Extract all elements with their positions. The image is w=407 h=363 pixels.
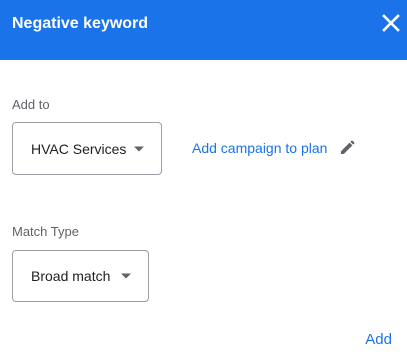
add-to-label: Add to: [12, 97, 50, 112]
dialog-title: Negative keyword: [12, 15, 149, 32]
match-type-dropdown[interactable]: Broad match: [12, 250, 149, 302]
pencil-icon[interactable]: [339, 140, 355, 156]
match-type-label: Match Type: [12, 224, 79, 239]
chevron-down-icon: [121, 273, 131, 279]
campaign-dropdown[interactable]: HVAC Services: [12, 122, 162, 175]
chevron-down-icon: [134, 146, 144, 151]
dialog-header: Negative keyword: [0, 0, 407, 60]
close-button[interactable]: [381, 13, 401, 33]
campaign-dropdown-value: HVAC Services: [31, 140, 127, 157]
add-button[interactable]: Add: [365, 330, 392, 350]
match-type-dropdown-value: Broad match: [31, 268, 111, 284]
add-campaign-to-plan-link[interactable]: Add campaign to plan: [192, 139, 327, 157]
close-icon: [382, 14, 400, 32]
